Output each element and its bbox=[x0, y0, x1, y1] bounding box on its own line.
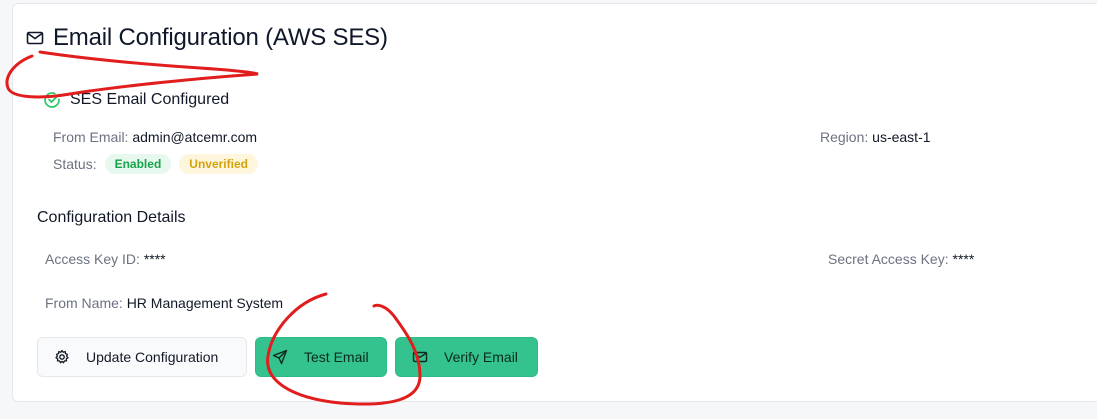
gear-icon bbox=[54, 349, 70, 365]
from-name-label: From Name: bbox=[45, 295, 123, 311]
verify-email-label: Verify Email bbox=[444, 349, 518, 365]
secret-key-label: Secret Access Key: bbox=[828, 251, 949, 267]
status-label: Status: bbox=[53, 156, 97, 172]
access-key-label: Access Key ID: bbox=[45, 251, 140, 267]
from-name: From Name: HR Management System bbox=[45, 295, 283, 311]
verify-email-button[interactable]: Verify Email bbox=[395, 337, 538, 377]
unverified-badge: Unverified bbox=[179, 154, 258, 174]
secret-key-value: **** bbox=[952, 251, 975, 267]
region-label: Region: bbox=[820, 129, 869, 145]
from-email: From Email: admin@atcemr.com bbox=[53, 129, 257, 145]
status-badges: Status: Enabled Unverified bbox=[53, 154, 258, 174]
from-name-value: HR Management System bbox=[126, 295, 284, 311]
mail-check-icon bbox=[412, 349, 428, 365]
card-header: Email Configuration (AWS SES) bbox=[25, 24, 388, 52]
update-configuration-label: Update Configuration bbox=[86, 349, 219, 365]
access-key-value: **** bbox=[143, 251, 166, 267]
mail-icon bbox=[25, 28, 45, 48]
region-value: us-east-1 bbox=[872, 129, 931, 145]
access-key: Access Key ID: **** bbox=[45, 251, 166, 267]
status-text: SES Email Configured bbox=[70, 91, 230, 108]
region: Region: us-east-1 bbox=[820, 129, 931, 145]
ses-status: SES Email Configured bbox=[42, 90, 229, 110]
send-icon bbox=[272, 349, 288, 365]
enabled-badge: Enabled bbox=[104, 154, 172, 174]
page-title: Email Configuration (AWS SES) bbox=[53, 24, 388, 51]
config-details-title: Configuration Details bbox=[37, 209, 186, 226]
test-email-label: Test Email bbox=[304, 349, 369, 365]
update-configuration-button[interactable]: Update Configuration bbox=[37, 337, 247, 377]
from-email-value: admin@atcemr.com bbox=[132, 129, 258, 145]
secret-key: Secret Access Key: **** bbox=[828, 251, 974, 267]
from-email-label: From Email: bbox=[53, 129, 129, 145]
test-email-button[interactable]: Test Email bbox=[255, 337, 387, 377]
check-circle-icon bbox=[42, 90, 62, 110]
action-buttons: Update Configuration Test Email Verify E… bbox=[37, 337, 546, 377]
